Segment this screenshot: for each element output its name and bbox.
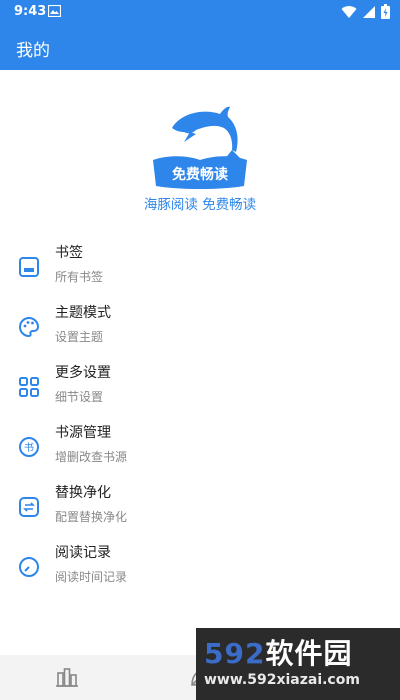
nav-bookshelf-icon[interactable] — [55, 665, 79, 689]
menu-item-more-settings[interactable]: 更多设置 细节设置 — [0, 362, 400, 418]
image-notification-icon — [48, 5, 61, 17]
menu-item-title: 替换净化 — [55, 485, 111, 501]
watermark-url: www.592xiazai.com — [204, 672, 360, 688]
watermark-brand: 592软件园 — [204, 632, 352, 672]
bookmark-icon — [19, 257, 39, 277]
menu-item-bookmarks[interactable]: 书签 所有书签 — [0, 242, 400, 298]
menu-item-subtitle: 增删改查书源 — [55, 450, 128, 464]
wifi-icon — [341, 6, 357, 19]
menu-item-subtitle: 所有书签 — [55, 270, 104, 284]
status-bar: 9:43 — [0, 0, 400, 24]
menu-item-replace[interactable]: 替换净化 配置替换净化 — [0, 482, 400, 538]
menu-item-reading-history[interactable]: 阅读记录 阅读时间记录 — [0, 542, 400, 598]
dolphin-logo: 免费畅读 — [153, 106, 247, 189]
battery-icon — [381, 4, 390, 19]
menu-item-subtitle: 细节设置 — [55, 390, 104, 404]
menu-item-subtitle: 设置主题 — [55, 330, 104, 344]
page-title: 我的 — [16, 41, 50, 61]
book-source-icon: 书 — [19, 437, 39, 457]
slogan: 海豚阅读 免费畅读 — [143, 197, 257, 213]
menu-item-title: 阅读记录 — [55, 545, 111, 561]
watermark: 592软件园 www.592xiazai.com — [196, 628, 400, 700]
watermark-brand-text: 软件园 — [265, 637, 353, 670]
status-time: 9:43 — [14, 4, 47, 19]
menu-item-theme[interactable]: 主题模式 设置主题 — [0, 302, 400, 358]
clock-icon — [19, 557, 39, 577]
replace-icon — [19, 497, 39, 517]
menu-item-book-source[interactable]: 书 书源管理 增删改查书源 — [0, 422, 400, 478]
status-right-icons — [341, 4, 390, 23]
menu-item-subtitle: 配置替换净化 — [55, 510, 128, 524]
menu-item-subtitle: 阅读时间记录 — [55, 570, 128, 584]
svg-text:书: 书 — [24, 442, 34, 454]
logo-badge-text: 免费畅读 — [172, 166, 228, 183]
menu-item-title: 书源管理 — [55, 425, 111, 441]
menu-item-title: 主题模式 — [55, 305, 111, 321]
palette-icon — [19, 316, 40, 338]
app-bar: 我的 — [0, 24, 400, 70]
menu-item-title: 书签 — [55, 245, 83, 261]
menu-item-title: 更多设置 — [55, 365, 111, 381]
grid-icon — [19, 377, 39, 397]
watermark-number: 592 — [204, 637, 266, 670]
signal-icon — [362, 6, 375, 18]
dolphin-fin-icon — [184, 132, 196, 142]
dolphin-body-icon — [172, 106, 238, 152]
